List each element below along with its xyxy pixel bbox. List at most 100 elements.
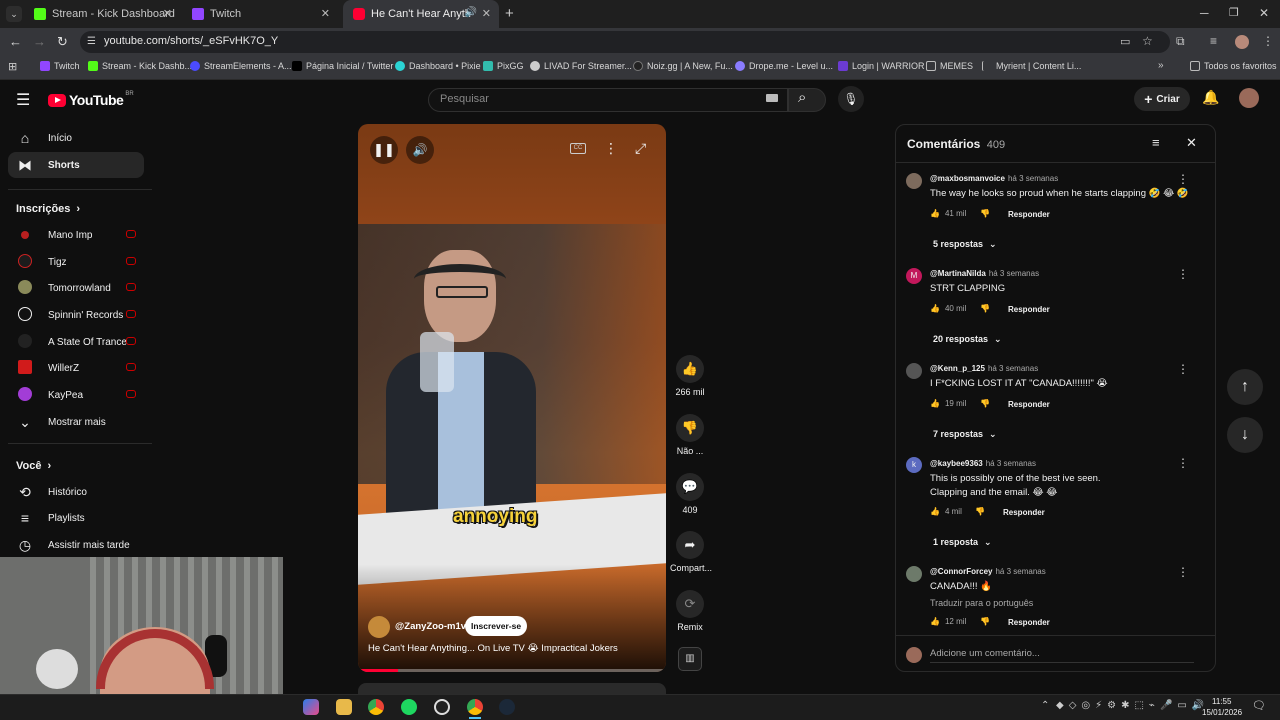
profile-avatar[interactable] xyxy=(1235,35,1249,49)
comment-author[interactable]: @maxbosmanvoice há 3 semanas xyxy=(930,174,1058,183)
comment-dislike-button[interactable]: 👎 xyxy=(980,399,990,408)
voice-search-button[interactable]: 🎙 xyxy=(838,86,864,112)
comment-author[interactable]: @Kenn_p_125 há 3 semanas xyxy=(930,364,1038,373)
url-text[interactable]: youtube.com/shorts/_eSFvHK7O_Y xyxy=(104,35,278,47)
subscribe-button[interactable]: Inscrever-se xyxy=(465,616,527,636)
bookmark-noiz[interactable]: Noiz.gg | A New, Fu... xyxy=(633,61,733,71)
close-tab-icon[interactable]: ✕ xyxy=(321,7,330,20)
bookmark-star-icon[interactable]: ☆ xyxy=(1142,34,1153,48)
close-tab-icon[interactable]: ✕ xyxy=(163,7,172,20)
cast-icon[interactable]: ▭ xyxy=(1120,35,1130,48)
tab-twitch[interactable]: Twitch ✕ xyxy=(182,0,338,28)
notifications-bell-icon[interactable]: 🔔 xyxy=(1202,89,1219,106)
comment-more-icon[interactable]: ⋮ xyxy=(1177,267,1189,281)
fullscreen-icon[interactable]: ⤢ xyxy=(635,140,646,157)
comment-dislike-button[interactable]: 👎 xyxy=(980,209,990,218)
comment-dislike-button[interactable]: 👎 xyxy=(980,304,990,313)
volume-button[interactable]: 🔊 xyxy=(406,136,434,164)
bookmark-drope[interactable]: Drope.me - Level u... xyxy=(735,61,833,71)
sidebar-sub-spinnin[interactable]: Spinnin' Records xyxy=(8,302,144,328)
show-replies-button[interactable]: 20 respostas ⌄ xyxy=(933,334,1002,345)
notifications-icon[interactable]: 🗨 xyxy=(1252,699,1266,712)
bookmark-folder-memes[interactable]: MEMES xyxy=(926,61,973,71)
short-video-player[interactable]: annoying ❚❚ 🔊 CC ⋮ ⤢ @ZanyZoo-m1v Inscre… xyxy=(358,124,666,672)
tab-youtube-short[interactable]: He Can't Hear Anything... C 🔊 ✕ xyxy=(343,0,499,28)
comment-reply-button[interactable]: Responder xyxy=(1008,305,1050,314)
bookmark-livad[interactable]: LIVAD For Streamer... xyxy=(530,61,632,71)
add-comment-input[interactable]: Adicione um comentário... xyxy=(930,648,1194,663)
minimize-icon[interactable]: ─ xyxy=(1200,6,1209,20)
show-replies-button[interactable]: 7 respostas ⌄ xyxy=(933,429,997,440)
sidebar-sub-kaypea[interactable]: KayPea xyxy=(8,382,144,408)
close-comments-icon[interactable]: ✕ xyxy=(1186,135,1197,151)
comment-author[interactable]: @ConnorForcey há 3 semanas xyxy=(930,567,1046,576)
chrome-icon[interactable] xyxy=(368,699,384,715)
comment-reply-button[interactable]: Responder xyxy=(1008,210,1050,219)
tray-icons[interactable]: ◆◇◎⚡⚙✱⬚⌁🎤▭🔊 xyxy=(1056,700,1209,711)
bookmark-pixie[interactable]: Dashboard • Pixie xyxy=(395,61,481,71)
sidebar-show-more[interactable]: ⌄ Mostrar mais xyxy=(8,409,144,435)
comment-like-button[interactable]: 👍 19 mil xyxy=(930,399,966,408)
commenter-avatar[interactable] xyxy=(906,566,922,582)
you-header[interactable]: Você › xyxy=(16,460,51,472)
comment-reply-button[interactable]: Responder xyxy=(1008,400,1050,409)
short-title[interactable]: He Can't Hear Anything... On Live TV 😭 I… xyxy=(368,643,658,654)
show-replies-button[interactable]: 1 resposta ⌄ xyxy=(933,537,992,548)
sidebar-sub-willerz[interactable]: WillerZ xyxy=(8,355,144,381)
pause-button[interactable]: ❚❚ xyxy=(370,136,398,164)
keyboard-icon[interactable] xyxy=(766,94,778,102)
bookmark-myrient[interactable]: Myrient | Content Li... xyxy=(982,61,1081,71)
captions-icon[interactable]: CC xyxy=(570,143,586,154)
audio-playing-icon[interactable]: 🔊 xyxy=(465,7,477,18)
comment-more-icon[interactable]: ⋮ xyxy=(1177,565,1189,579)
sidebar-item-playlists[interactable]: ≡ Playlists xyxy=(8,505,144,531)
comment-reply-button[interactable]: Responder xyxy=(1008,618,1050,627)
obs-icon[interactable] xyxy=(434,699,450,715)
youtube-logo[interactable]: YouTube BR xyxy=(48,91,134,108)
commenter-avatar[interactable]: k xyxy=(906,457,922,473)
site-info-icon[interactable]: ☰ xyxy=(87,36,96,47)
commenter-avatar[interactable]: M xyxy=(906,268,922,284)
create-button[interactable]: + Criar xyxy=(1134,87,1190,111)
previous-short-button[interactable]: ↑ xyxy=(1227,369,1263,405)
apps-grid-icon[interactable]: ⊞ xyxy=(8,60,17,73)
comment-more-icon[interactable]: ⋮ xyxy=(1177,362,1189,376)
spotify-icon[interactable] xyxy=(401,699,417,715)
sidebar-item-history[interactable]: ⟲ Histórico xyxy=(8,479,144,505)
sidebar-item-home[interactable]: ⌂ Início xyxy=(8,125,144,151)
file-explorer-icon[interactable] xyxy=(336,699,352,715)
all-favorites-folder[interactable]: Todos os favoritos xyxy=(1190,61,1277,71)
more-bookmarks-icon[interactable]: » xyxy=(1158,60,1164,71)
audio-track-button[interactable]: ▥ xyxy=(678,647,702,671)
system-tray-chevron-icon[interactable]: ⌃ xyxy=(1041,700,1049,711)
media-control-icon[interactable]: ≡ xyxy=(1210,34,1217,48)
comment-dislike-button[interactable]: 👎 xyxy=(975,507,985,516)
dislike-button[interactable]: 👎 Não ... xyxy=(670,414,710,456)
sidebar-sub-tigz[interactable]: Tigz xyxy=(8,249,144,275)
comment-like-button[interactable]: 👍 12 mil xyxy=(930,617,966,626)
channel-avatar[interactable] xyxy=(368,616,390,638)
bookmark-pixgg[interactable]: PixGG xyxy=(483,61,524,71)
bookmark-kick[interactable]: Stream - Kick Dashb... xyxy=(88,61,192,71)
next-short-button[interactable]: ↓ xyxy=(1227,417,1263,453)
chrome-active-icon[interactable] xyxy=(467,699,483,715)
comment-reply-button[interactable]: Responder xyxy=(1003,508,1045,517)
commenter-avatar[interactable] xyxy=(906,173,922,189)
like-button[interactable]: 👍 266 mil xyxy=(670,355,710,397)
more-options-icon[interactable]: ⋮ xyxy=(604,140,618,157)
channel-handle[interactable]: @ZanyZoo-m1v xyxy=(395,621,466,632)
comment-like-button[interactable]: 👍 4 mil xyxy=(930,507,962,516)
bookmark-twitter[interactable]: Página Inicial / Twitter xyxy=(292,61,393,71)
bookmark-streamelements[interactable]: StreamElements - A... xyxy=(190,61,292,71)
remix-button[interactable]: ⟳ Remix xyxy=(670,590,710,632)
guide-menu-icon[interactable]: ☰ xyxy=(16,90,30,110)
progress-track[interactable] xyxy=(358,669,666,672)
subscriptions-header[interactable]: Inscrições › xyxy=(16,203,80,215)
tab-search-button[interactable]: ⌄ xyxy=(6,6,22,22)
comment-like-button[interactable]: 👍 40 mil xyxy=(930,304,966,313)
bookmark-warrior[interactable]: Login | WARRIOR xyxy=(838,61,925,71)
sidebar-sub-asot[interactable]: A State Of Trance xyxy=(8,329,144,355)
show-replies-button[interactable]: 5 respostas ⌄ xyxy=(933,239,997,250)
search-button[interactable] xyxy=(788,88,826,112)
clock-time[interactable]: 11:55 xyxy=(1212,697,1231,706)
